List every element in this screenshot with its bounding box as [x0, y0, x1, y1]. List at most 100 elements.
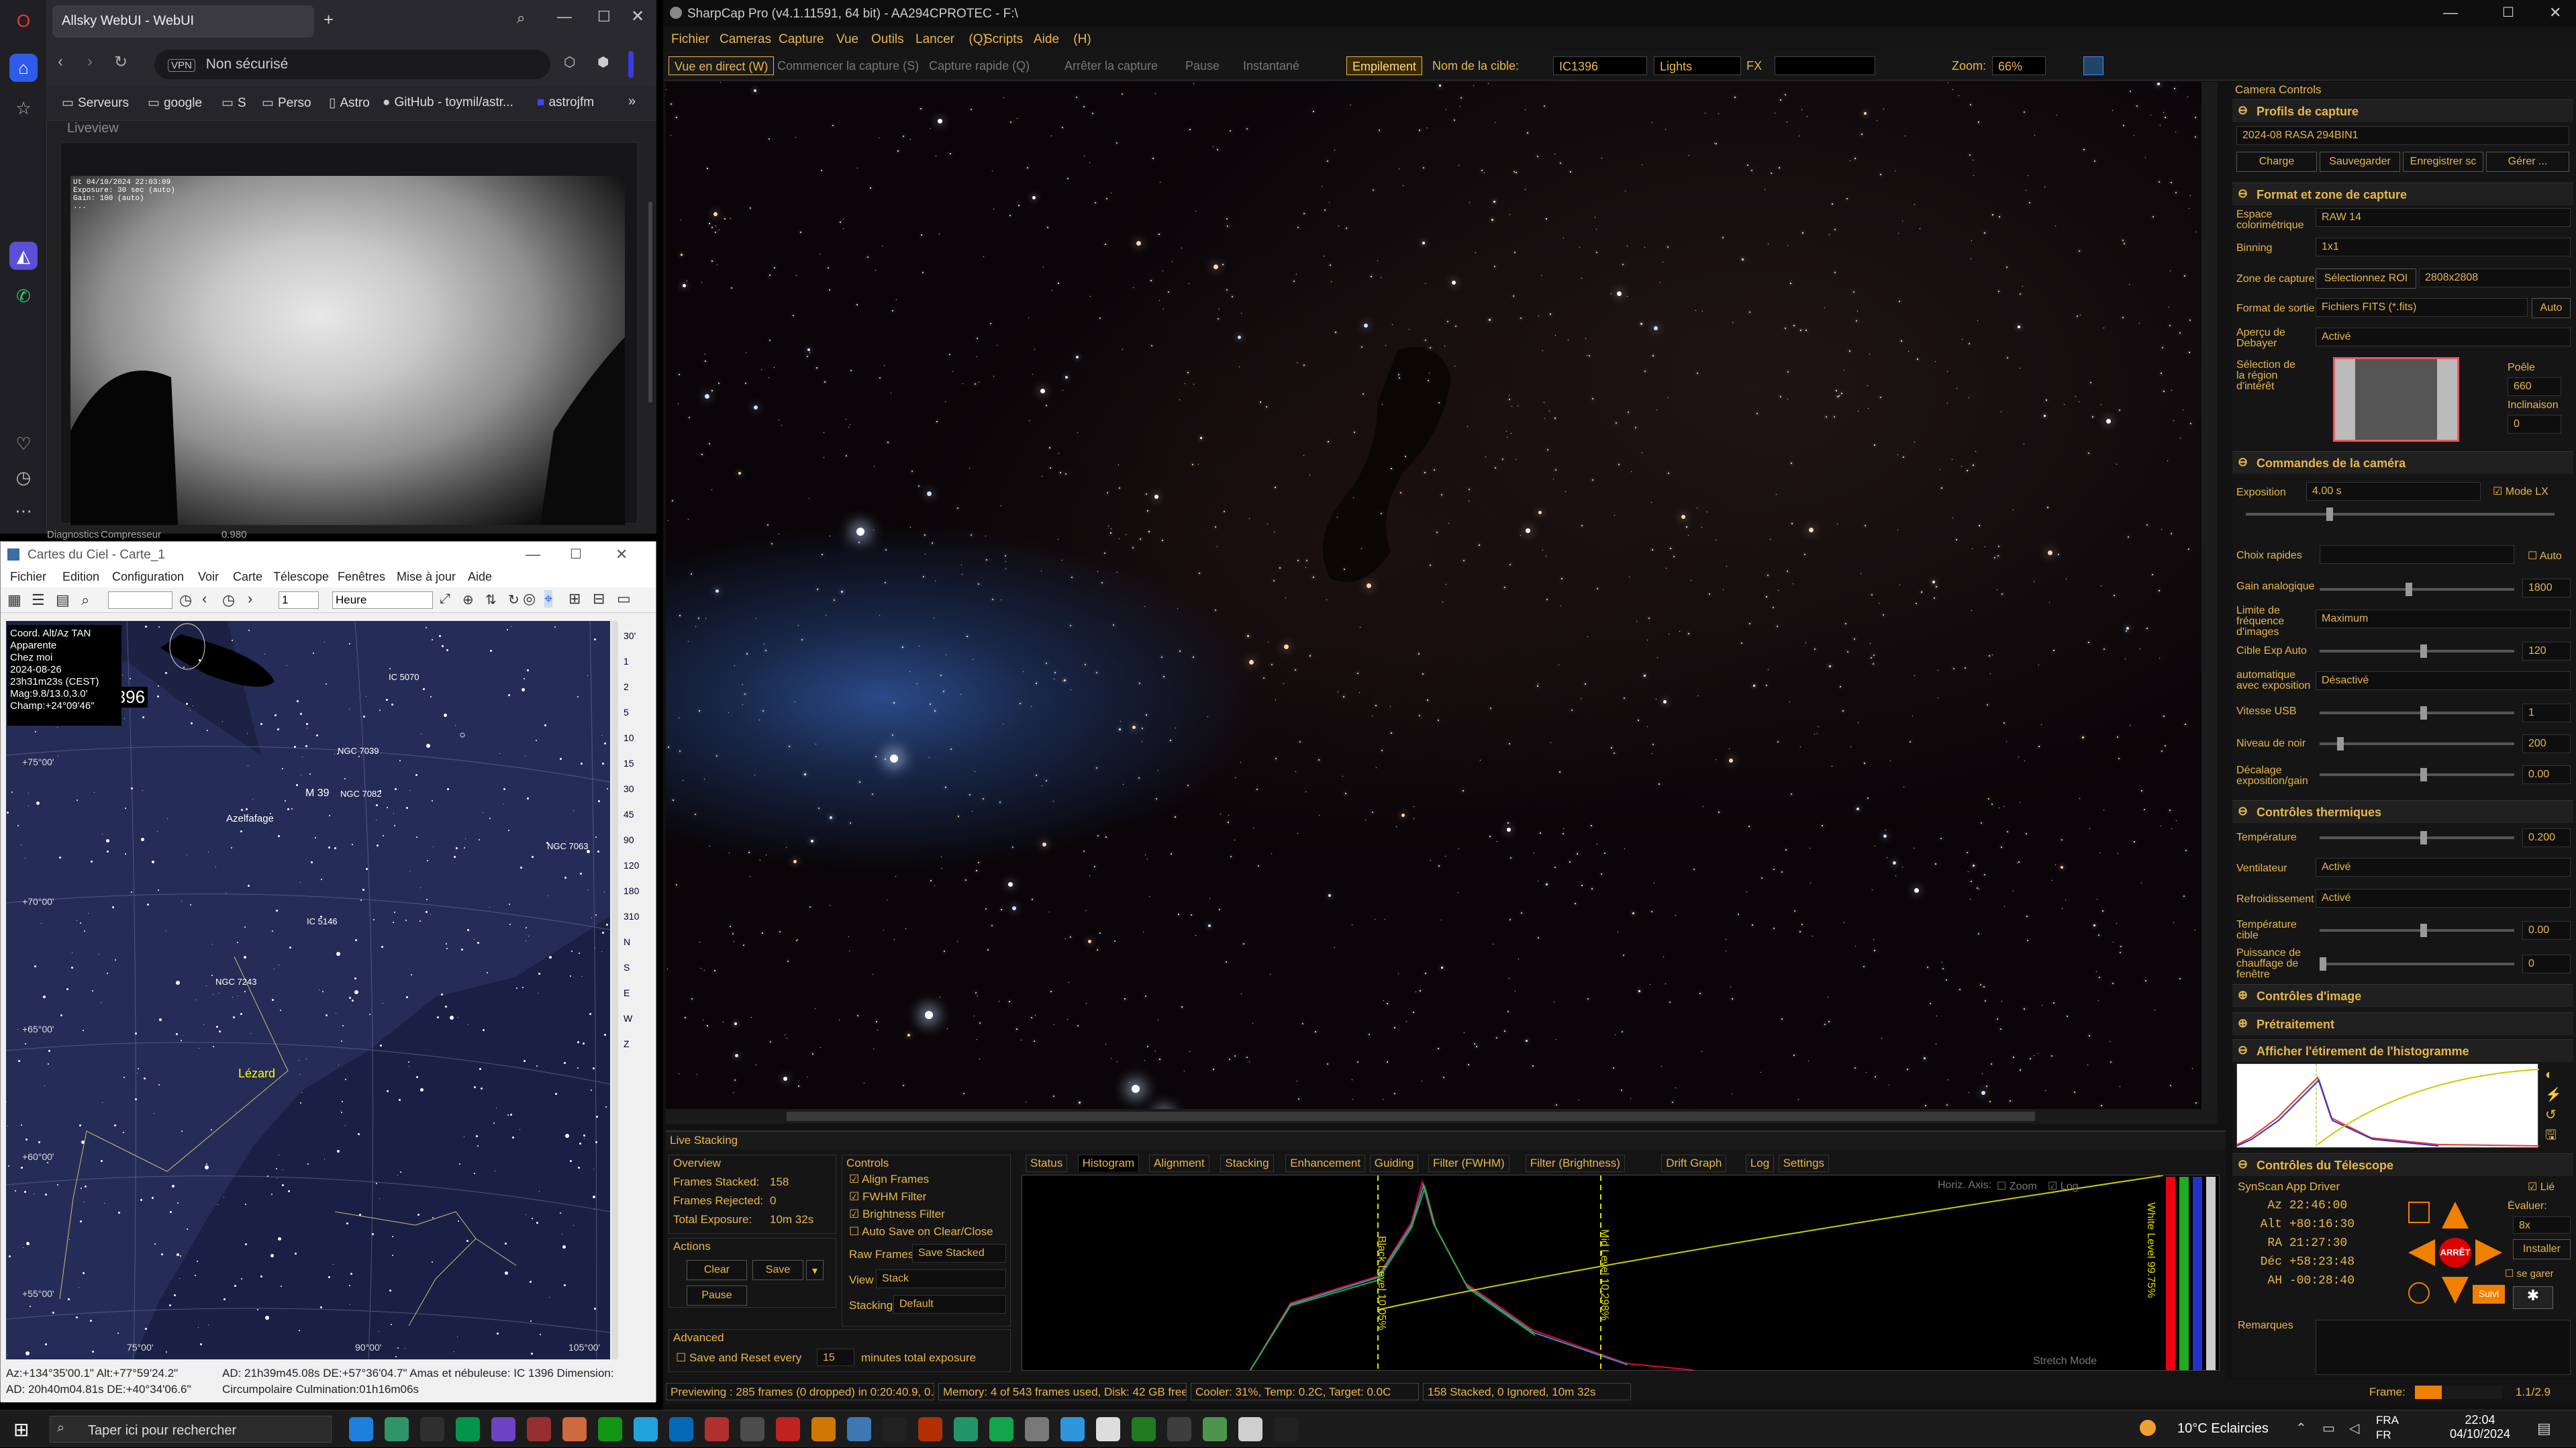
menu-scripts[interactable]: Scripts — [984, 32, 1023, 47]
bookmark-item[interactable]: Serveurs — [78, 96, 129, 111]
ic5146-label[interactable]: IC 5146 — [307, 916, 338, 926]
taskbar-search[interactable]: ⌕ Taper ici pour rechercher — [50, 1416, 332, 1443]
reload-icon[interactable]: ↻ — [114, 52, 128, 72]
close-icon[interactable]: ✕ — [615, 546, 628, 563]
outlook-icon[interactable] — [456, 1417, 480, 1441]
starred-icon[interactable] — [811, 1417, 836, 1441]
stop-button[interactable]: ARRÊT — [2439, 1238, 2471, 1267]
list-icon[interactable]: ☰ — [32, 591, 45, 609]
time-unit-select[interactable]: Heure — [332, 591, 433, 609]
menu-capture[interactable]: Capture — [779, 32, 824, 47]
telescope-driver[interactable]: SynScan App Driver — [2238, 1180, 2340, 1194]
save-reset-checkbox[interactable]: ☐ Save and Reset every — [676, 1351, 801, 1365]
app-icon[interactable] — [1203, 1417, 1227, 1441]
vivaldi-icon[interactable] — [776, 1417, 800, 1441]
stretch-tools[interactable]: ◐ ⚡ ↺ 🖫 — [2545, 1065, 2569, 1145]
connect-icon[interactable]: ⊞ — [568, 590, 581, 608]
target-icon[interactable]: ◎ — [523, 590, 536, 608]
fov-button[interactable]: 30' — [624, 630, 636, 641]
table-icon[interactable]: ▤ — [56, 591, 70, 609]
menu-fenetres[interactable]: Fenêtres — [338, 570, 385, 584]
blue-slider[interactable] — [2193, 1177, 2202, 1370]
slew-east-button[interactable] — [2475, 1239, 2502, 1266]
star-sync-icon[interactable]: ✱ — [2513, 1286, 2553, 1309]
bookmark-folder-icon[interactable]: ▭ Serveurs — [62, 95, 129, 111]
black-level-slider[interactable] — [2320, 737, 2514, 751]
telescope-icon[interactable]: ⌖ — [544, 590, 553, 608]
opera-logo-icon[interactable]: O — [9, 7, 38, 35]
select-roi-button[interactable]: Sélectionnez ROI — [2316, 269, 2416, 289]
network-icon[interactable]: ▭ — [2322, 1420, 2335, 1437]
minimize-icon[interactable]: — — [2443, 4, 2458, 21]
menu-edition[interactable]: Edition — [62, 570, 99, 584]
scrollbar[interactable] — [648, 201, 652, 403]
cooler-select[interactable]: Activé — [2316, 889, 2571, 908]
scroll-thumb[interactable] — [787, 1112, 2035, 1121]
roi-box[interactable] — [2355, 359, 2437, 440]
debayer-select[interactable]: Activé — [2316, 328, 2571, 346]
opera-gx-icon[interactable] — [705, 1417, 729, 1441]
menu-fichier[interactable]: Fichier — [10, 570, 46, 584]
expand-icon[interactable]: ⊕ — [2238, 988, 2248, 1002]
red-slider[interactable] — [2166, 1177, 2175, 1370]
search-tabs-icon[interactable]: ⌕ — [517, 9, 525, 27]
zoom-select[interactable]: 66% — [1992, 56, 2046, 75]
menu-voir[interactable]: Voir — [198, 570, 219, 584]
fwhm-checkbox[interactable]: ☑ FWHM Filter — [849, 1190, 926, 1204]
inclinaison-spinner[interactable]: 0 — [2508, 415, 2561, 434]
collapse-icon[interactable]: ⊖ — [2238, 1043, 2248, 1057]
roi-preview[interactable] — [2333, 357, 2459, 442]
offset-field[interactable]: 0.00 — [2522, 765, 2571, 784]
tab-stacking[interactable]: Stacking — [1220, 1155, 1274, 1172]
slew-north-button[interactable] — [2442, 1202, 2469, 1228]
tracking-button[interactable]: Suivi — [2473, 1285, 2505, 1304]
bookmark-folder-icon[interactable]: ▭ S — [221, 95, 246, 111]
mini-histogram[interactable] — [2236, 1063, 2540, 1149]
azelfafage-label[interactable]: Azelfafage — [226, 813, 274, 824]
menu-vue[interactable]: Vue — [836, 32, 858, 47]
stop-capture-button[interactable]: Arrêter la capture — [1064, 59, 1158, 73]
volume-icon[interactable]: ◁ — [2349, 1420, 2359, 1437]
folder-icon[interactable] — [918, 1417, 942, 1441]
pause-button[interactable]: Pause — [687, 1286, 747, 1306]
excel-icon[interactable] — [989, 1417, 1013, 1441]
tray-chevron-icon[interactable]: ⌃ — [2295, 1420, 2307, 1437]
now-icon[interactable]: ◷ — [222, 591, 235, 609]
slider-thumb[interactable] — [2326, 508, 2333, 521]
extensions-icon[interactable]: ⬡ — [564, 54, 575, 70]
section-profiles[interactable]: Profils de capture ⊖ — [2232, 99, 2573, 122]
fov-button[interactable]: Z — [624, 1039, 630, 1049]
usb-field[interactable]: 1 — [2522, 704, 2571, 722]
whatsapp-icon[interactable]: ✆ — [9, 282, 38, 310]
raw-frames-select[interactable]: Save Stacked — [912, 1244, 1006, 1263]
store-icon[interactable] — [420, 1417, 444, 1441]
collapse-icon[interactable]: ⊖ — [2238, 455, 2248, 469]
output-format-select[interactable]: Fichiers FITS (*.fits) — [2316, 298, 2528, 317]
tab-drift-graph[interactable]: Drift Graph — [1661, 1155, 1727, 1172]
bookmark-folder-icon[interactable]: ▭ Perso — [262, 95, 311, 111]
history-icon[interactable]: ◷ — [9, 463, 38, 491]
menu-lancer[interactable]: Lancer (Q) — [915, 32, 987, 47]
bookmark-item[interactable]: GitHub - toymil/astr... — [394, 95, 513, 110]
fov-button[interactable]: E — [624, 987, 630, 998]
save-dropdown-icon[interactable]: ▾ — [806, 1260, 824, 1280]
maximize-icon[interactable]: ☐ — [570, 546, 582, 563]
clear-button[interactable]: Clear — [687, 1260, 747, 1280]
section-telescope[interactable]: Contrôles du Télescope ⊖ — [2232, 1153, 2573, 1176]
log-checkbox[interactable]: ☑ Log — [2048, 1179, 2079, 1193]
bookmark-item[interactable]: Astro — [340, 96, 369, 111]
target-temp-field[interactable]: 0.00 — [2522, 921, 2571, 940]
forward-icon[interactable]: › — [87, 52, 93, 71]
install-button[interactable]: Installer — [2513, 1239, 2571, 1259]
fps-select[interactable]: Maximum — [2316, 610, 2571, 628]
search-dropdown[interactable] — [108, 591, 172, 609]
slider-thumb[interactable] — [2420, 706, 2427, 720]
url-field[interactable]: VPN Non sécurisé — [154, 50, 550, 79]
back-icon[interactable]: ‹ — [58, 52, 63, 71]
menu-mise-a-jour[interactable]: Mise à jour — [397, 570, 456, 584]
time-step-field[interactable]: 1 — [279, 591, 319, 609]
ngc7243-label[interactable]: NGC 7243 — [215, 977, 256, 987]
notification-icon[interactable]: ▤ — [2537, 1420, 2551, 1437]
auto-checkbox[interactable]: ☐ Auto — [2528, 549, 2562, 563]
target-temp-slider[interactable] — [2320, 924, 2514, 937]
